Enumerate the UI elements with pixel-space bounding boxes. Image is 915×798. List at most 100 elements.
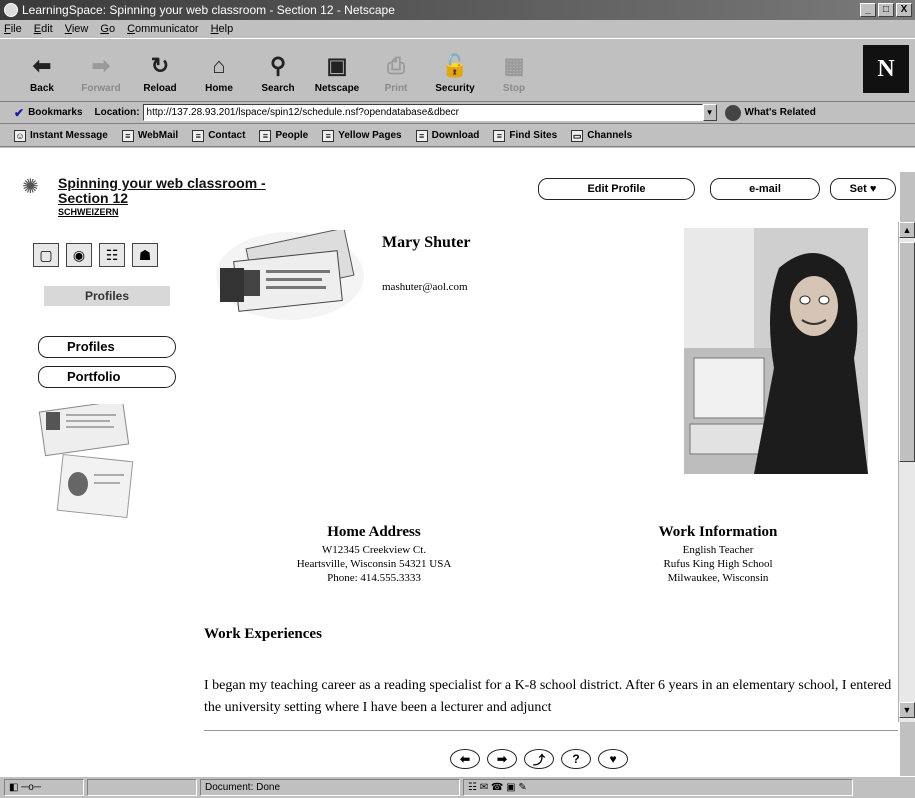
course-title-line1: Spinning your web classroom - (58, 175, 266, 191)
security-button[interactable]: 🔓 Security (427, 42, 483, 98)
forward-label: Forward (81, 83, 121, 94)
profile-photo (684, 228, 868, 474)
bookmark-page-icon: ≡ (415, 129, 428, 142)
work-information-section: Work Information English Teacher Rufus K… (568, 524, 868, 585)
home-button[interactable]: ⌂ Home (191, 42, 247, 98)
related-icon (724, 104, 741, 121)
scroll-up-arrow-icon[interactable]: ▲ (899, 222, 915, 238)
yellow-pages-label: Yellow Pages (338, 130, 402, 141)
maximize-button[interactable]: □ (878, 3, 894, 17)
reload-icon: ↻ (150, 53, 170, 78)
search-icon: ⚲ (269, 53, 287, 78)
schedule-icon[interactable]: ▢ (33, 243, 59, 267)
people-label: People (275, 130, 309, 141)
netscape-app-icon (4, 3, 18, 17)
channels-link[interactable]: ▭ Channels (571, 129, 633, 142)
set-button[interactable]: Set ♥ (830, 178, 896, 200)
url-history-dropdown[interactable]: ▼ (702, 104, 717, 121)
contact-link[interactable]: ≡ Contact (192, 129, 246, 142)
menu-help[interactable]: Help (211, 23, 234, 35)
stop-label: Stop (502, 83, 526, 94)
profile-card-image (216, 230, 364, 320)
profile-name: Mary Shuter (382, 234, 471, 251)
component-bar[interactable]: ☷ ✉ ☎ ▣ ✎ (463, 779, 853, 796)
sidebar-icon-row: ▢ ◉ ☷ ☗ (33, 243, 158, 267)
bookmarks-button[interactable]: ✔ Bookmarks (14, 106, 83, 120)
forward-arrow-icon[interactable]: ➡ (487, 749, 517, 769)
minimize-button[interactable]: _ (860, 3, 876, 17)
scroll-thumb[interactable] (899, 242, 915, 462)
bookmark-page-icon: ≡ (121, 129, 134, 142)
whats-related-button[interactable]: What's Related (724, 104, 816, 121)
instant-message-link[interactable]: ☺ Instant Message (14, 129, 108, 142)
location-toolbar: ✔ Bookmarks Location: http://137.28.93.2… (0, 102, 915, 124)
up-arrow-icon[interactable]: ⤴ (524, 749, 554, 769)
home-address-line: W12345 Creekview Ct. (321, 544, 427, 556)
forward-button[interactable]: ➡ Forward (73, 42, 129, 98)
folder-icon: ▭ (571, 129, 584, 142)
people-link[interactable]: ≡ People (259, 129, 309, 142)
menu-file[interactable]: File (4, 23, 22, 35)
menu-communicator[interactable]: Communicator (127, 23, 199, 35)
work-experiences-text: I began my teaching career as a reading … (204, 678, 892, 715)
menu-edit[interactable]: Edit (34, 23, 53, 35)
channels-label: Channels (587, 130, 633, 141)
bottom-navigation: ⬅ ➡ ⤴ ? ♥ (450, 749, 628, 769)
window-title: LearningSpace: Spinning your web classro… (22, 3, 395, 17)
bookmark-page-icon: ≡ (259, 129, 272, 142)
content-scrollbar[interactable]: ▲ ▼ (898, 222, 915, 722)
home-label: Home (205, 83, 233, 94)
media-center-icon[interactable]: ◉ (66, 243, 92, 267)
netscape-label: Netscape (314, 83, 360, 94)
close-button[interactable]: X (896, 3, 912, 17)
lock-icon: 🔓 (441, 53, 469, 78)
work-information-line: Rufus King High School (663, 558, 773, 570)
netscape-icon: ▣ (326, 53, 348, 78)
bookmark-icon: ✔ (14, 105, 25, 120)
home-address-line: Heartsville, Wisconsin 54321 USA (296, 558, 452, 570)
heart-icon[interactable]: ♥ (598, 749, 628, 769)
personal-toolbar: ☺ Instant Message ≡ WebMail ≡ Contact ≡ Peop… (0, 125, 915, 147)
course-subtitle[interactable]: SCHWEIZERN (58, 207, 119, 217)
find-sites-link[interactable]: ≡ Find Sites (493, 129, 557, 142)
stop-button[interactable]: ▦ Stop (486, 42, 542, 98)
netscape-logo[interactable]: N (863, 45, 909, 93)
progress-indicator (87, 779, 197, 796)
profiles-icon[interactable]: ☗ (132, 243, 158, 267)
print-button[interactable]: ⎙ Print (368, 42, 424, 98)
reload-button[interactable]: ↻ Reload (132, 42, 188, 98)
related-label: What's Related (744, 107, 816, 118)
home-icon: ⌂ (212, 53, 226, 78)
download-link[interactable]: ≡ Download (415, 129, 479, 142)
profiles-collage-image (38, 404, 134, 519)
status-text: Document: Done (200, 779, 460, 796)
course-title-link[interactable]: Spinning your web classroom - Section 12 (58, 176, 266, 206)
profiles-button[interactable]: Profiles (38, 336, 176, 358)
portfolio-button[interactable]: Portfolio (38, 366, 176, 388)
back-arrow-icon[interactable]: ⬅ (450, 749, 480, 769)
edit-profile-button[interactable]: Edit Profile (538, 178, 695, 200)
email-button[interactable]: e-mail (710, 178, 820, 200)
work-experiences-heading: Work Experiences (204, 626, 322, 642)
back-button[interactable]: ⬅ Back (14, 42, 70, 98)
stop-icon: ▦ (503, 53, 525, 78)
webmail-link[interactable]: ≡ WebMail (121, 129, 178, 142)
page-header-band (0, 148, 915, 172)
home-address-line: Phone: 414.555.3333 (327, 572, 421, 584)
url-field[interactable]: http://137.28.93.201/lspace/spin12/sched… (142, 104, 703, 121)
menu-view[interactable]: View (65, 23, 89, 35)
help-icon[interactable]: ? (561, 749, 591, 769)
bookmark-page-icon: ≡ (322, 129, 335, 142)
scroll-down-arrow-icon[interactable]: ▼ (899, 702, 915, 718)
learningspace-logo-icon: ✺ (22, 176, 39, 198)
profile-email[interactable]: mashuter@aol.com (382, 281, 468, 293)
menu-go[interactable]: Go (100, 23, 115, 35)
content-divider (204, 730, 898, 731)
yellow-pages-link[interactable]: ≡ Yellow Pages (322, 129, 402, 142)
print-icon: ⎙ (387, 53, 405, 78)
netscape-button[interactable]: ▣ Netscape (309, 42, 365, 98)
search-button[interactable]: ⚲ Search (250, 42, 306, 98)
contact-label: Contact (208, 130, 246, 141)
course-room-icon[interactable]: ☷ (99, 243, 125, 267)
security-status-icon[interactable]: ◧ ─o─ (4, 779, 84, 796)
